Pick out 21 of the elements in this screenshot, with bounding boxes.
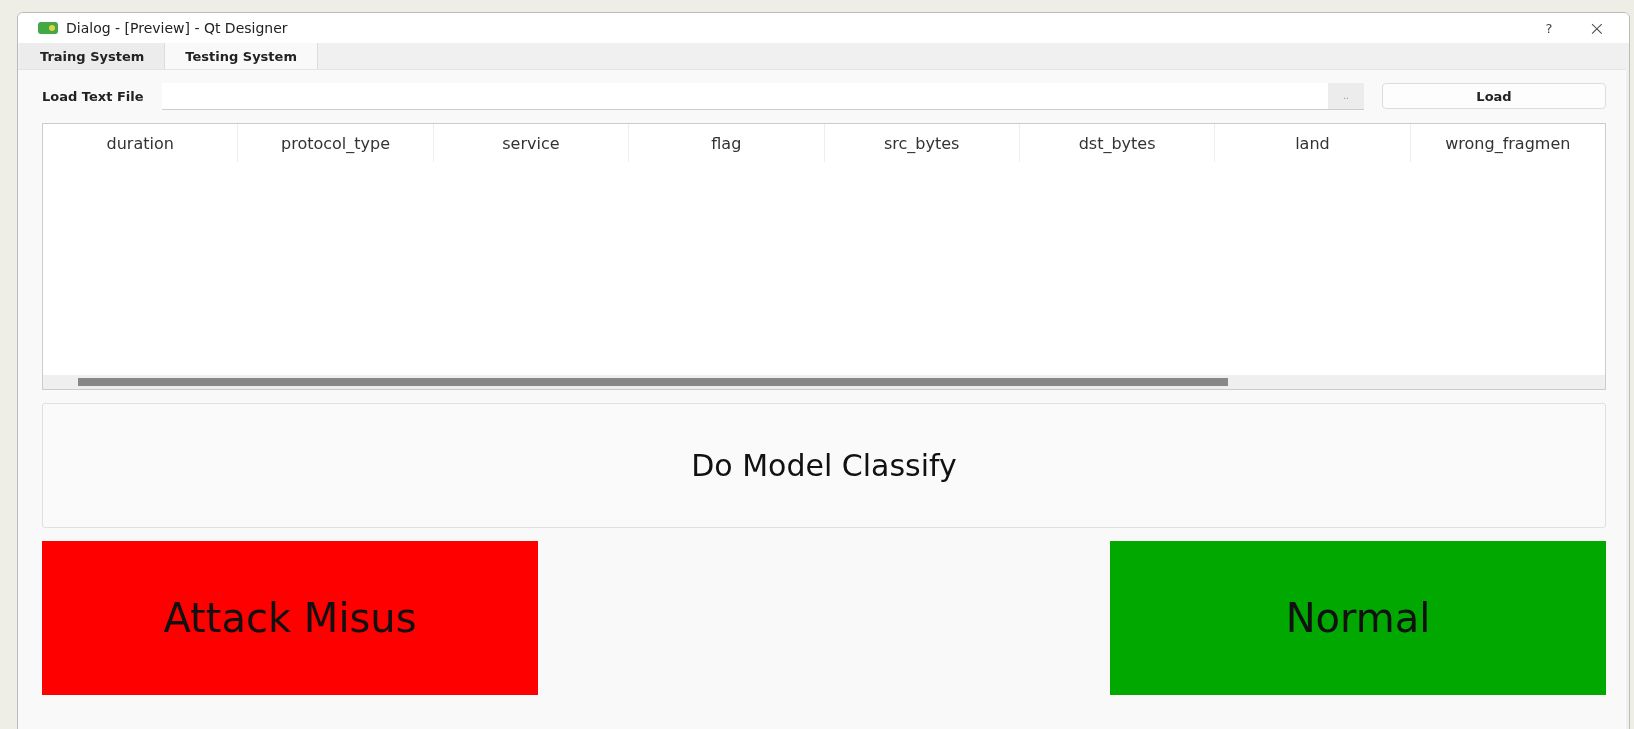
column-header[interactable]: service (433, 124, 630, 162)
horizontal-scrollbar[interactable] (43, 375, 1605, 389)
help-button[interactable]: ? (1529, 14, 1569, 42)
close-button[interactable]: × (1577, 14, 1617, 42)
column-header[interactable]: protocol_type (238, 124, 434, 162)
tab[interactable]: Testing System (165, 43, 318, 69)
field-label: Load Text File (42, 88, 144, 104)
scrollbar-thumb[interactable] (78, 378, 1228, 386)
result-label: Normal (1110, 541, 1606, 695)
window-title: Dialog - [Preview] - Qt Designer (66, 20, 288, 36)
classify-button[interactable]: Do Model Classify (42, 403, 1606, 528)
column-header[interactable]: src_bytes (824, 124, 1020, 162)
column-header[interactable]: dst_bytes (1019, 124, 1216, 162)
column-header[interactable]: land (1215, 124, 1411, 162)
result-label: Attack Misus (42, 541, 538, 695)
column-header[interactable]: flag (629, 124, 825, 162)
column-header[interactable]: duration (43, 124, 239, 162)
app-icon (38, 21, 58, 35)
load-button[interactable]: Load (1382, 83, 1606, 109)
column-header[interactable]: wrong_fragmen (1410, 124, 1605, 162)
tab[interactable]: Traing System (20, 43, 166, 69)
